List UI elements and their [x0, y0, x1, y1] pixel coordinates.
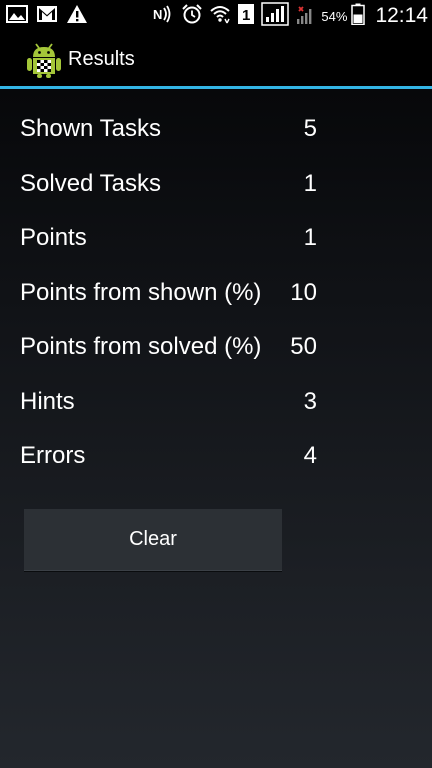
results-content: Shown Tasks 5 Solved Tasks 1 Points 1 Po… — [0, 89, 432, 768]
wifi-icon — [209, 3, 231, 29]
battery-icon — [351, 3, 366, 29]
battery-percent: 54% — [321, 8, 348, 24]
stat-label: Points from shown (%) — [20, 278, 262, 306]
status-bar: N 1 54% 12:14 — [0, 0, 432, 32]
stat-row-errors: Errors 4 — [20, 434, 320, 489]
stat-row-hints: Hints 3 — [20, 380, 320, 435]
nfc-icon: N — [153, 4, 175, 28]
stat-value: 4 — [303, 442, 317, 469]
svg-text:N: N — [153, 7, 162, 22]
stat-row-solved-tasks: Solved Tasks 1 — [20, 162, 320, 217]
clear-button[interactable]: Clear — [24, 509, 282, 571]
stat-value: 1 — [303, 224, 317, 251]
page-title: Results — [68, 48, 135, 70]
gmail-icon — [36, 5, 58, 27]
stat-row-points: Points 1 — [20, 216, 320, 271]
stat-row-shown-tasks: Shown Tasks 5 — [20, 107, 320, 162]
stat-label: Hints — [20, 387, 75, 415]
stat-label: Errors — [20, 442, 86, 469]
stat-label: Points — [20, 224, 87, 251]
warning-icon — [66, 4, 88, 28]
stat-value: 50 — [290, 333, 317, 360]
results-list: Shown Tasks 5 Solved Tasks 1 Points 1 Po… — [20, 107, 320, 489]
system-icons: N 1 54% 12:14 — [153, 2, 428, 30]
stat-label: Solved Tasks — [20, 169, 161, 197]
signal-icon — [261, 2, 290, 30]
stat-label: Points from solved (%) — [20, 333, 262, 360]
stat-row-points-from-solved: Points from solved (%) 50 — [20, 325, 320, 380]
stat-value: 10 — [290, 278, 317, 306]
notification-icons — [6, 5, 88, 27]
image-icon — [6, 5, 28, 27]
stat-row-points-from-shown: Points from shown (%) 10 — [20, 271, 320, 326]
sim-1-icon: 1 — [237, 3, 255, 29]
clock: 12:14 — [375, 4, 428, 27]
svg-text:1: 1 — [242, 7, 250, 24]
stat-value: 5 — [303, 115, 317, 142]
stat-value: 1 — [303, 169, 317, 197]
stat-value: 3 — [303, 387, 317, 415]
alarm-icon — [181, 3, 203, 29]
android-app-icon[interactable] — [26, 41, 62, 79]
signal-no-service-icon — [295, 3, 315, 29]
stat-label: Shown Tasks — [20, 115, 161, 142]
action-bar: Results — [0, 32, 432, 86]
